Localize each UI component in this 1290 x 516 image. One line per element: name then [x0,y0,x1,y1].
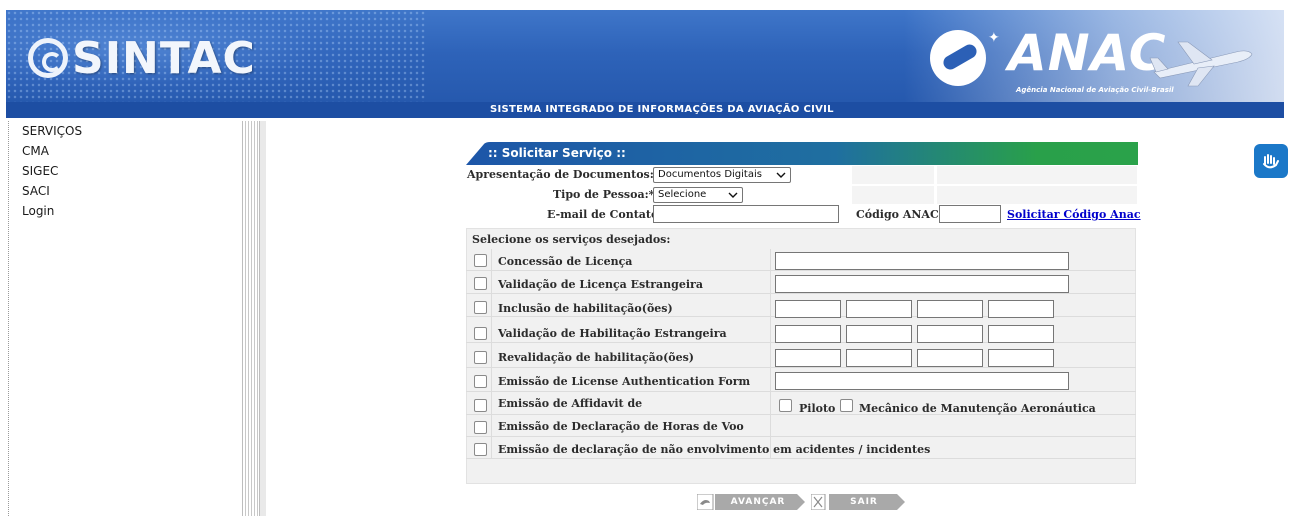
service-input-revalidacao-2[interactable] [846,349,912,367]
service-input-validacao-habilitacao-1[interactable] [775,325,841,343]
service-input-revalidacao-4[interactable] [988,349,1054,367]
service-input-validacao-habilitacao-3[interactable] [917,325,983,343]
splitter-shadow [260,121,266,516]
sidebar-item-cma[interactable]: CMA [9,141,243,161]
sintac-logo-text: SINTAC [72,32,256,84]
affidavit-label-mechanic: Mecânico de Manutenção Aeronáutica [859,402,1096,415]
chevron-down-icon [776,172,786,178]
next-button-label: AVANÇAR [730,497,786,507]
anac-code-label: Código ANAC: [856,208,943,221]
service-checkbox-affidavit[interactable] [474,399,487,412]
service-input-revalidacao-3[interactable] [917,349,983,367]
service-checkbox-inclusao[interactable] [474,301,487,314]
service-input-inclusao-4[interactable] [988,300,1054,318]
airplane-icon [1149,41,1253,87]
column-separator [491,249,492,459]
hand-sign-icon [1263,154,1279,169]
service-label-concessao: Concessão de Licença [498,255,633,268]
document-presentation-label: Apresentação de Documentos:* [467,168,660,181]
grid-cell [852,186,934,204]
sidebar-item-login[interactable]: Login [9,201,243,221]
star-icon: ✦ [988,30,1000,46]
grid-cell [852,166,934,184]
service-input-validacao-habilitacao-4[interactable] [988,325,1054,343]
service-label-validacao-licenca: Validação de Licença Estrangeira [498,278,703,291]
service-label-inclusao: Inclusão de habilitação(ões) [498,302,673,315]
request-anac-code-link[interactable]: Solicitar Código Anac [1007,208,1141,221]
header-banner: SINTAC ✦ ANAC Agência Nacional de Aviaçã… [6,10,1284,106]
service-input-inclusao-2[interactable] [846,300,912,318]
service-checkbox-horas-voo[interactable] [474,421,487,434]
service-checkbox-validacao-habilitacao[interactable] [474,327,487,340]
service-input-revalidacao-1[interactable] [775,349,841,367]
service-label-nao-envolvimento: Emissão de declaração de não envolviment… [498,443,931,456]
service-checkbox-validacao-licenca[interactable] [474,277,487,290]
exit-button-label: SAIR [850,497,878,507]
anac-code-input[interactable] [939,205,1001,223]
service-input-inclusao-1[interactable] [775,300,841,318]
service-checkbox-concessao[interactable] [474,254,487,267]
anac-logo: ✦ ANAC Agência Nacional de Aviação Civil… [930,24,1253,104]
service-checkbox-license-authentication[interactable] [474,375,487,388]
service-label-license-authentication: Emissão de License Authentication Form [498,375,751,388]
anac-swoosh-icon [930,30,986,86]
exit-button[interactable]: SAIR [811,494,905,510]
service-input-validacao-licenca[interactable] [775,275,1069,293]
person-type-select[interactable]: Selecione [653,187,743,203]
person-type-label: Tipo de Pessoa:* [553,188,655,201]
contact-email-input[interactable] [653,205,839,223]
service-label-validacao-habilitacao: Validação de Habilitação Estrangeira [498,327,727,340]
service-input-concessao[interactable] [775,252,1069,270]
chevron-down-icon [728,192,738,198]
sidebar-item-sigec[interactable]: SIGEC [9,161,243,181]
page-header: SINTAC ✦ ANAC Agência Nacional de Aviaçã… [0,0,1290,118]
grid-cell [937,166,1137,184]
system-title: SISTEMA INTEGRADO DE INFORMAÇÕES DA AVIA… [490,104,834,115]
contact-email-label: E-mail de Contato [547,208,659,221]
service-input-inclusao-3[interactable] [917,300,983,318]
service-input-validacao-habilitacao-2[interactable] [846,325,912,343]
sidebar-item-servicos[interactable]: SERVIÇOS [9,121,243,141]
column-separator [770,249,771,459]
sintac-logo-icon [28,38,68,78]
document-presentation-select[interactable]: Documentos Digitais [653,167,791,183]
sign-language-accessibility-button[interactable] [1254,144,1288,178]
frame-splitter[interactable] [242,121,260,516]
form-title: :: Solicitar Serviço :: [488,146,626,160]
affidavit-checkbox-pilot[interactable] [779,399,792,412]
anac-logo-text: ANAC [1008,24,1167,82]
grid-cell [937,186,1137,204]
affidavit-label-pilot: Piloto [799,402,836,415]
service-label-affidavit: Emissão de Affidavit de [498,397,643,410]
services-header: Selecione os serviços desejados: [472,233,671,246]
sidebar-item-saci[interactable]: SACI [9,181,243,201]
service-checkbox-revalidacao[interactable] [474,351,487,364]
service-input-license-authentication[interactable] [775,372,1069,390]
sidebar-menu: SERVIÇOS CMA SIGEC SACI Login [8,121,243,516]
service-checkbox-nao-envolvimento[interactable] [474,443,487,456]
next-button[interactable]: AVANÇAR [697,494,805,510]
service-label-horas-voo: Emissão de Declaração de Horas de Voo [498,420,744,433]
service-label-revalidacao: Revalidação de habilitação(ões) [498,351,695,364]
affidavit-checkbox-mechanic[interactable] [840,399,853,412]
sintac-logo: SINTAC [28,32,256,84]
